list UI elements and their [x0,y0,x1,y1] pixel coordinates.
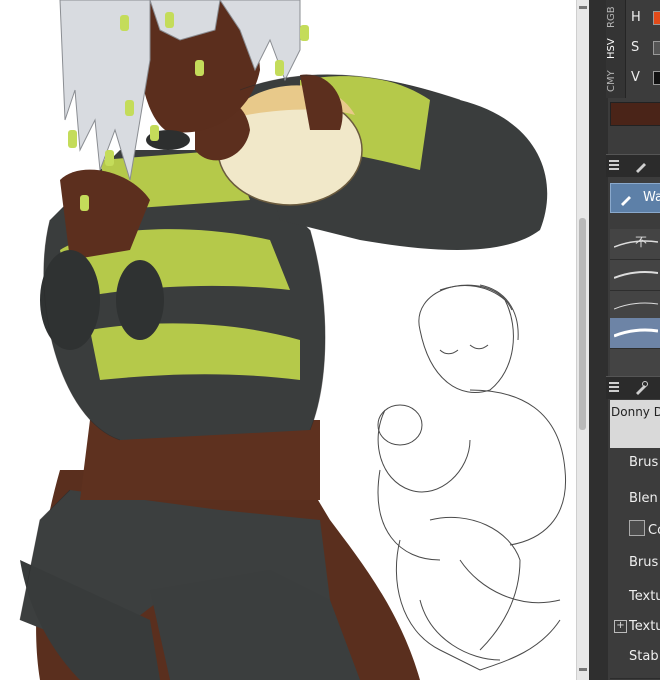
canvas-scrollbar[interactable] [576,0,589,680]
pencil-icon [621,196,631,206]
artwork [19,0,567,680]
scroll-up-icon[interactable] [579,6,587,9]
drawing-canvas[interactable] [0,0,576,680]
hsv-v-label: V [631,70,640,85]
sketch-figure [377,284,567,671]
menu-icon[interactable] [609,160,619,170]
hsv-s-label: S [631,40,640,55]
hsv-h-label: H [631,10,641,25]
tool-property-header [606,376,660,399]
prop-label: Brus [629,455,659,470]
pen-tool-icon[interactable] [633,158,649,174]
main-color-swatch[interactable] [610,102,660,126]
left-cuff [40,250,100,350]
checkbox[interactable] [629,520,645,536]
hsv-v-slider[interactable] [653,71,660,85]
prop-label: Stab [629,649,659,664]
wrench-icon[interactable] [633,380,649,396]
brush-stroke-preview [614,302,658,310]
prop-brush-size[interactable]: Brus [610,448,660,485]
brush-item[interactable] [610,260,660,291]
left-cuff-2 [116,260,164,340]
tab-rgb[interactable]: RGB [606,2,625,32]
brush-item-active[interactable]: Wa [610,183,660,213]
expand-plus-icon[interactable]: + [614,620,627,633]
prop-label: Textu [629,589,660,604]
hsv-h-slider[interactable] [653,11,660,25]
prop-label: Co [648,523,660,538]
prop-brush-density[interactable]: Brus [610,548,660,585]
prop-stabilization[interactable]: Stab [610,642,660,679]
brush-stroke-preview [614,271,658,279]
brush-stroke-preview [614,240,658,248]
tool-name-label: Donny D [611,405,660,419]
tab-hsv[interactable]: HSV [606,34,625,64]
prop-label: Brus [629,555,659,570]
brush-panel-header [606,154,660,177]
menu-icon[interactable] [609,382,619,392]
tab-cmy[interactable]: CMY [606,66,625,96]
brush-stroke-preview [614,328,658,338]
tool-name-box: Donny D [610,400,660,448]
right-panel: RGB HSV CMY H S V Wa 不 Donny D Brus Blen… [589,0,660,680]
scroll-down-icon[interactable] [579,668,587,671]
hsv-s-slider[interactable] [653,41,660,55]
brush-item-selected[interactable] [610,318,660,349]
brush-item[interactable]: 不 [610,229,660,260]
panel-edge-strip [589,0,608,680]
prop-label: Blen [629,491,658,506]
color-mode-tabs: RGB HSV CMY [606,0,626,98]
scrollbar-thumb[interactable] [579,218,586,430]
prop-label: Textu [629,619,660,634]
brush-active-label: Wa [643,190,660,205]
